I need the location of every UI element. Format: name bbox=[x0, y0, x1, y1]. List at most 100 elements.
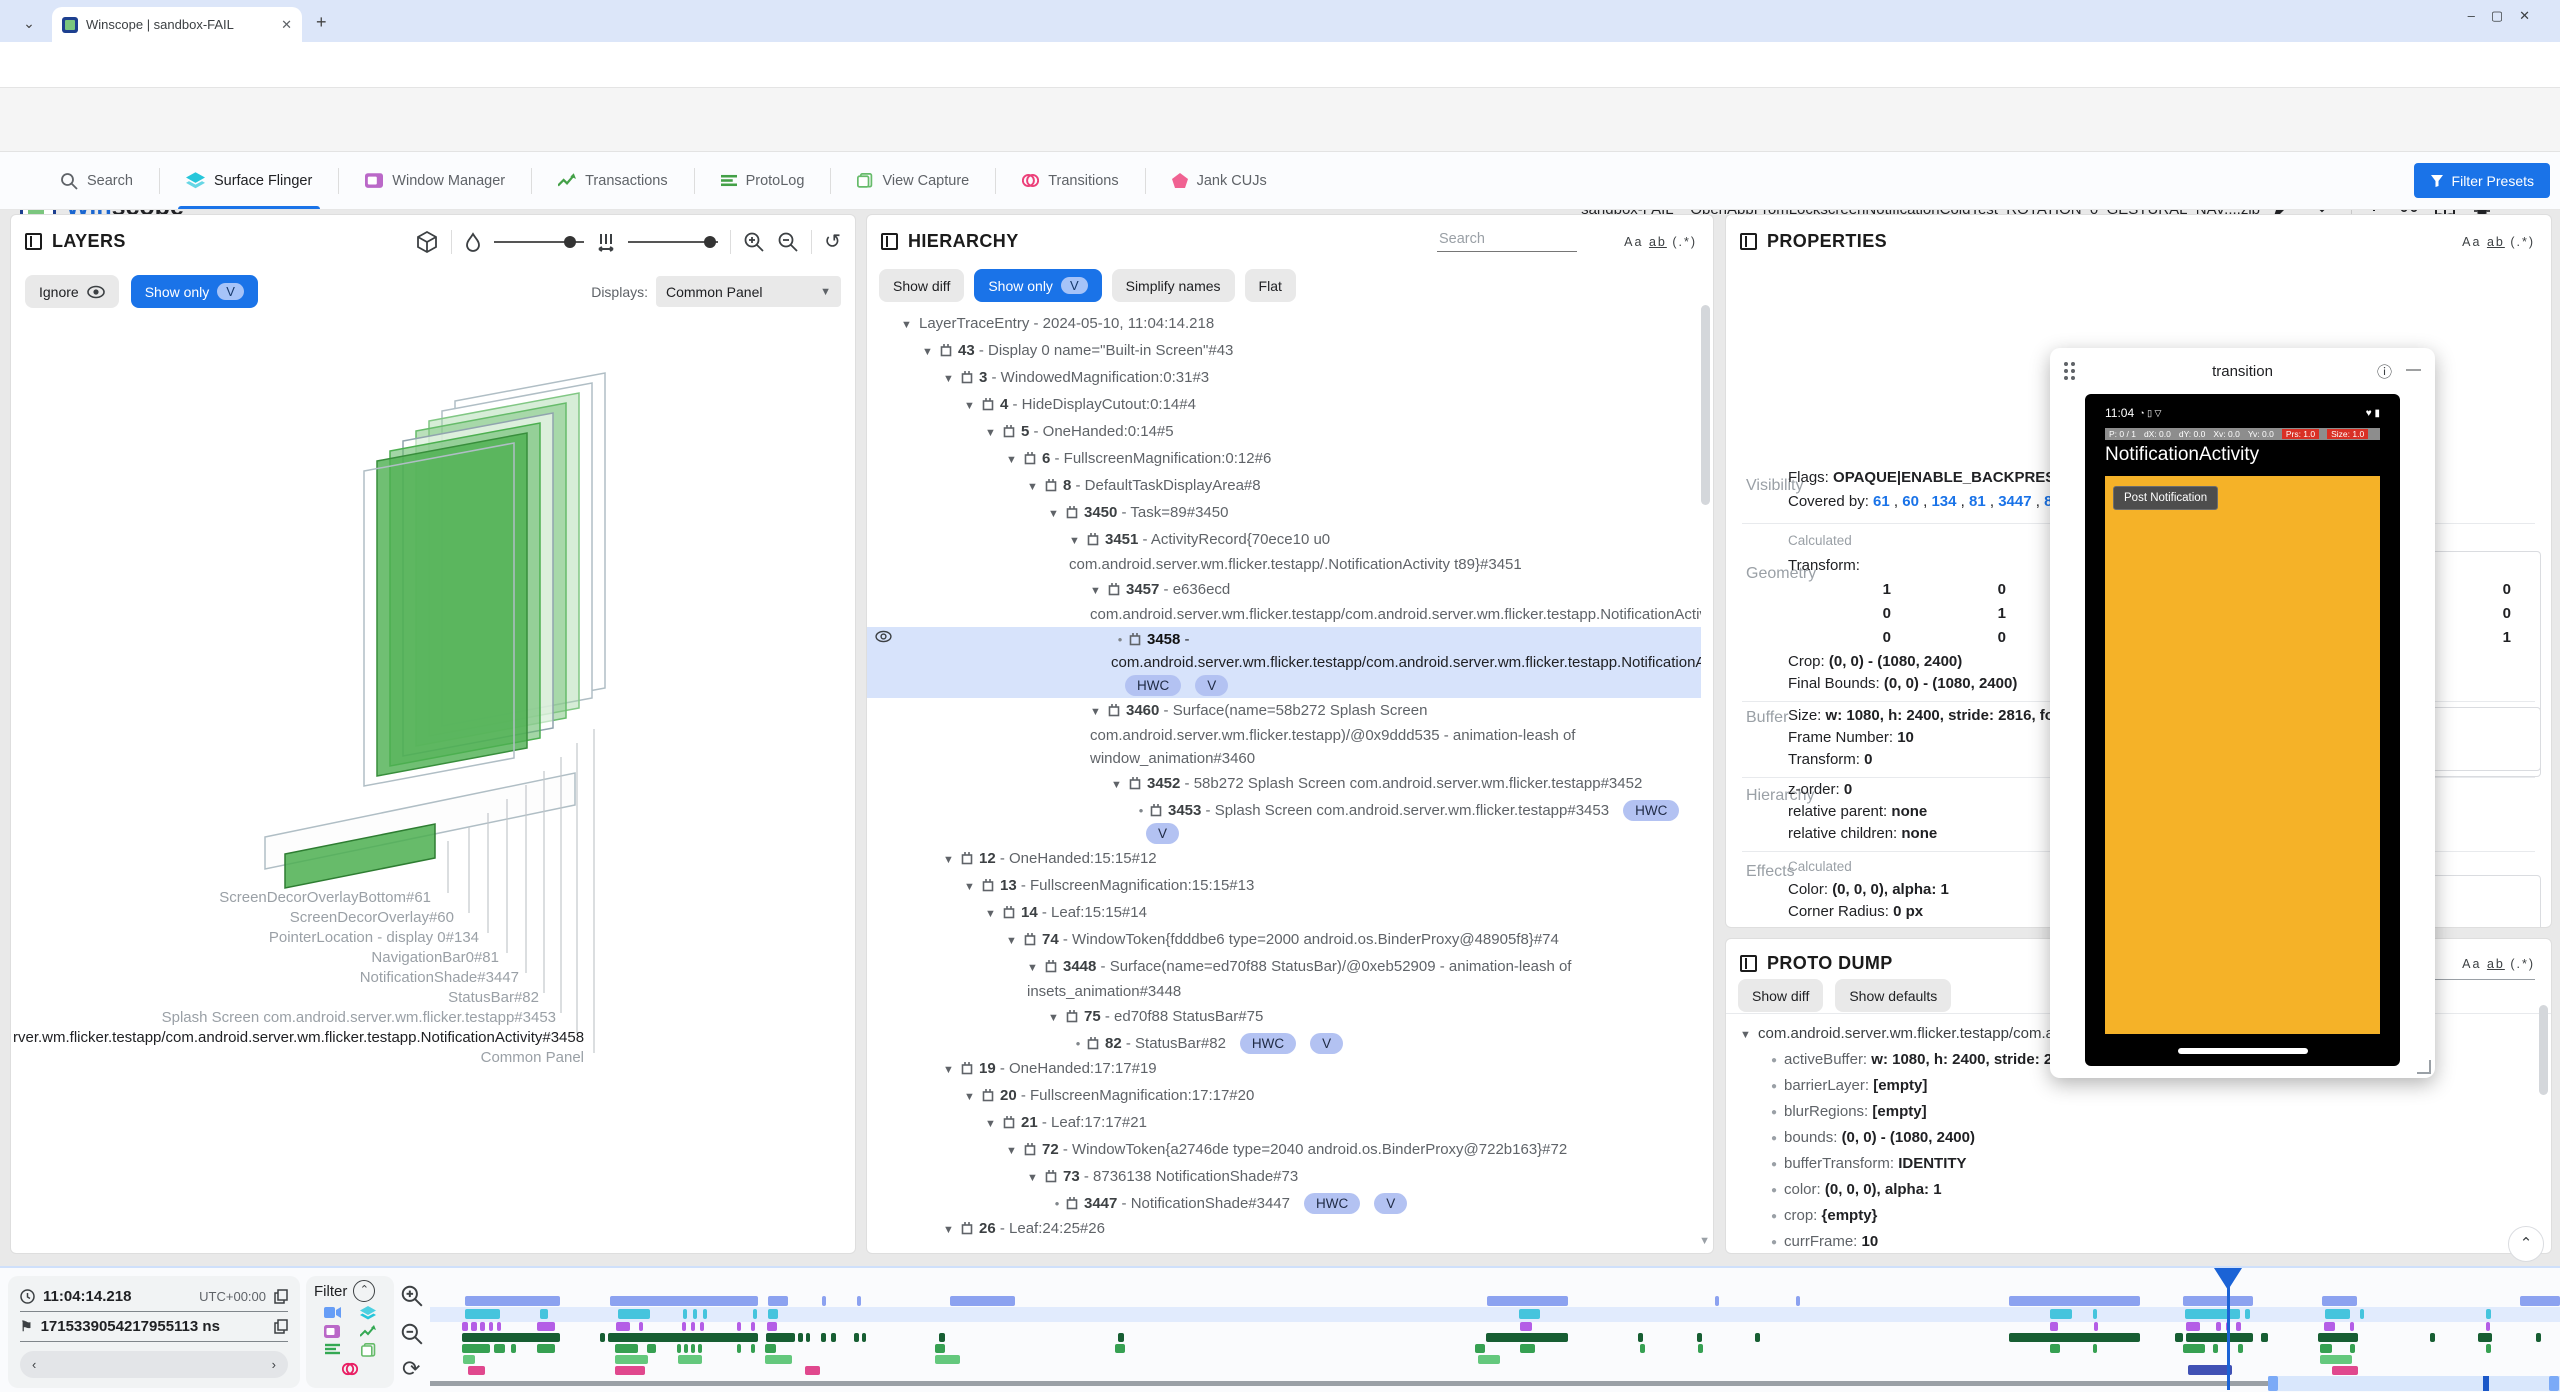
protolog-track-segment[interactable] bbox=[677, 1344, 681, 1353]
screen-recording-track-segment[interactable] bbox=[857, 1296, 861, 1306]
surface-flinger-filter-icon[interactable] bbox=[360, 1306, 376, 1320]
tab-view-capture[interactable]: View Capture bbox=[831, 152, 995, 209]
transactions-track-segment[interactable] bbox=[2536, 1333, 2541, 1342]
protolog-track-segment[interactable] bbox=[691, 1344, 695, 1353]
range-handle[interactable] bbox=[2268, 1376, 2278, 1391]
view-capture-track-segment[interactable] bbox=[2320, 1355, 2352, 1364]
caret-down-icon[interactable]: ▼ bbox=[943, 368, 961, 391]
view-capture-track-segment[interactable] bbox=[935, 1355, 960, 1364]
collapse-panel-icon[interactable] bbox=[1740, 955, 1757, 972]
protolog-track-segment[interactable] bbox=[2183, 1344, 2205, 1353]
tree-row[interactable]: ▼43 - Display 0 name="Built-in Screen"#4… bbox=[867, 338, 1701, 365]
transactions-track-segment[interactable] bbox=[2009, 1333, 2140, 1342]
transactions-track-segment[interactable] bbox=[806, 1333, 810, 1342]
caret-down-icon[interactable]: ▼ bbox=[1111, 774, 1129, 797]
transitions-track-segment[interactable] bbox=[805, 1366, 820, 1375]
timestamp-value[interactable]: 11:04:14.218 bbox=[43, 1288, 131, 1305]
view-capture-track-segment[interactable] bbox=[765, 1355, 792, 1364]
window-manager-track-segment[interactable] bbox=[2094, 1322, 2098, 1331]
proto-row[interactable]: ●blurRegions: [empty] bbox=[1740, 1099, 2537, 1125]
covered-by-link[interactable]: 134 bbox=[1931, 493, 1956, 510]
window-manager-track-segment[interactable] bbox=[480, 1322, 485, 1331]
zoom-in-icon[interactable] bbox=[743, 231, 765, 253]
transactions-track-segment[interactable] bbox=[1118, 1333, 1124, 1342]
window-manager-track-segment[interactable] bbox=[737, 1322, 741, 1331]
proto-scrollbar[interactable] bbox=[2539, 1005, 2548, 1095]
transactions-track-segment[interactable] bbox=[939, 1333, 945, 1342]
reset-view-icon[interactable]: ↺ bbox=[824, 229, 841, 254]
protolog-track-segment[interactable] bbox=[1475, 1344, 1485, 1353]
surface-flinger-track-segment[interactable] bbox=[703, 1309, 707, 1319]
caret-down-icon[interactable]: ▼ bbox=[943, 1219, 961, 1242]
tab-transactions[interactable]: Transactions bbox=[532, 152, 693, 209]
minimize-icon[interactable]: — bbox=[2406, 361, 2421, 382]
tab-surface-flinger[interactable]: Surface Flinger bbox=[160, 152, 338, 209]
protolog-track-segment[interactable] bbox=[2320, 1344, 2332, 1353]
tree-row[interactable]: ▼LayerTraceEntry - 2024-05-10, 11:04:14.… bbox=[867, 311, 1701, 338]
show-defaults-chip[interactable]: Show defaults bbox=[1835, 979, 1951, 1012]
caret-down-icon[interactable]: ▼ bbox=[922, 341, 940, 364]
window-manager-track-segment[interactable] bbox=[462, 1322, 468, 1331]
view-capture-track-segment[interactable] bbox=[463, 1355, 475, 1364]
range-handle[interactable] bbox=[2549, 1376, 2559, 1391]
window-manager-track-segment[interactable] bbox=[2050, 1322, 2058, 1331]
zoom-out-icon[interactable] bbox=[777, 231, 799, 253]
surface-flinger-track-segment[interactable] bbox=[2050, 1309, 2072, 1319]
tree-row[interactable]: ▼73 - 8736138 NotificationShade#73 bbox=[867, 1164, 1701, 1191]
tree-row[interactable]: ▼67 - WindowToken{e5176f9 type=2019 andr… bbox=[867, 1243, 1701, 1249]
flat-chip[interactable]: Flat bbox=[1245, 269, 1296, 302]
surface-flinger-track-segment[interactable] bbox=[2360, 1309, 2364, 1319]
covered-by-link[interactable]: 60 bbox=[1902, 493, 1919, 510]
info-icon[interactable]: ⓘ bbox=[2377, 361, 2392, 382]
covered-by-link[interactable]: 81 bbox=[1969, 493, 1986, 510]
window-manager-track-segment[interactable] bbox=[1520, 1322, 1532, 1331]
tab-protolog[interactable]: ProtoLog bbox=[695, 152, 831, 209]
transitions-track-segment[interactable] bbox=[2332, 1366, 2358, 1375]
surface-flinger-track-segment[interactable] bbox=[2185, 1309, 2240, 1319]
tree-row[interactable]: ▼20 - FullscreenMagnification:17:17#20 bbox=[867, 1083, 1701, 1110]
caret-down-icon[interactable]: ▼ bbox=[1027, 476, 1045, 499]
layers-3d-canvas[interactable] bbox=[11, 301, 855, 1251]
transactions-track-segment[interactable] bbox=[862, 1333, 866, 1342]
window-manager-track-segment[interactable] bbox=[2324, 1322, 2335, 1331]
transactions-track-segment[interactable] bbox=[608, 1333, 758, 1342]
surface-flinger-track-segment[interactable] bbox=[465, 1309, 500, 1319]
whole-word-icon[interactable]: ab bbox=[2487, 957, 2505, 971]
transitions-filter-icon[interactable] bbox=[342, 1362, 358, 1376]
screen-recording-track-segment[interactable] bbox=[2009, 1296, 2140, 1306]
window-manager-track-segment[interactable] bbox=[616, 1322, 630, 1331]
tree-row[interactable]: •3447 - NotificationShade#3447HWCV bbox=[867, 1191, 1701, 1216]
prev-frame-icon[interactable]: ‹ bbox=[32, 1357, 36, 1372]
show-only-v-chip[interactable]: Show only V bbox=[974, 269, 1101, 302]
tree-row[interactable]: ▼19 - OneHanded:17:17#19 bbox=[867, 1056, 1701, 1083]
new-tab-button[interactable]: + bbox=[316, 12, 327, 33]
protolog-track-segment[interactable] bbox=[1698, 1344, 1703, 1353]
window-manager-track-segment[interactable] bbox=[497, 1322, 501, 1331]
match-case-icon[interactable]: Aa bbox=[2462, 235, 2481, 249]
caret-down-icon[interactable]: ▼ bbox=[985, 903, 1003, 926]
covered-by-link[interactable]: 3447 bbox=[1998, 493, 2031, 510]
caret-down-icon[interactable]: ▼ bbox=[1027, 957, 1045, 980]
match-case-icon[interactable]: Aa bbox=[2462, 957, 2481, 971]
window-manager-track-segment[interactable] bbox=[751, 1322, 755, 1331]
tree-row[interactable]: •3453 - Splash Screen com.android.server… bbox=[867, 798, 1701, 846]
transitions-track-segment[interactable] bbox=[468, 1366, 485, 1375]
screen-recording-track-segment[interactable] bbox=[768, 1296, 788, 1306]
view-capture-track-segment[interactable] bbox=[1478, 1355, 1500, 1364]
timeline-cursor-handle[interactable] bbox=[2214, 1268, 2242, 1290]
frame-nav[interactable]: ‹ › bbox=[20, 1351, 288, 1378]
caret-down-icon[interactable]: ▼ bbox=[964, 1086, 982, 1109]
tab-close-icon[interactable]: ✕ bbox=[281, 17, 292, 33]
proto-row[interactable]: ●currFrame: 10 bbox=[1740, 1229, 2537, 1254]
browser-tab[interactable]: Winscope | sandbox-FAIL ✕ bbox=[52, 7, 302, 42]
visibility-eye-icon[interactable] bbox=[875, 630, 892, 643]
window-manager-track-segment[interactable] bbox=[2186, 1322, 2200, 1331]
transactions-track-segment[interactable] bbox=[2175, 1333, 2183, 1342]
tree-row[interactable]: ▼21 - Leaf:17:17#21 bbox=[867, 1110, 1701, 1137]
proto-row[interactable]: ●crop: {empty} bbox=[1740, 1203, 2537, 1229]
rotation-slider[interactable] bbox=[494, 241, 584, 243]
protolog-track-segment[interactable] bbox=[2238, 1344, 2243, 1353]
window-manager-track-segment[interactable] bbox=[2236, 1322, 2241, 1331]
tree-row[interactable]: •82 - StatusBar#82HWCV bbox=[867, 1031, 1701, 1056]
protolog-track-segment[interactable] bbox=[537, 1344, 555, 1353]
